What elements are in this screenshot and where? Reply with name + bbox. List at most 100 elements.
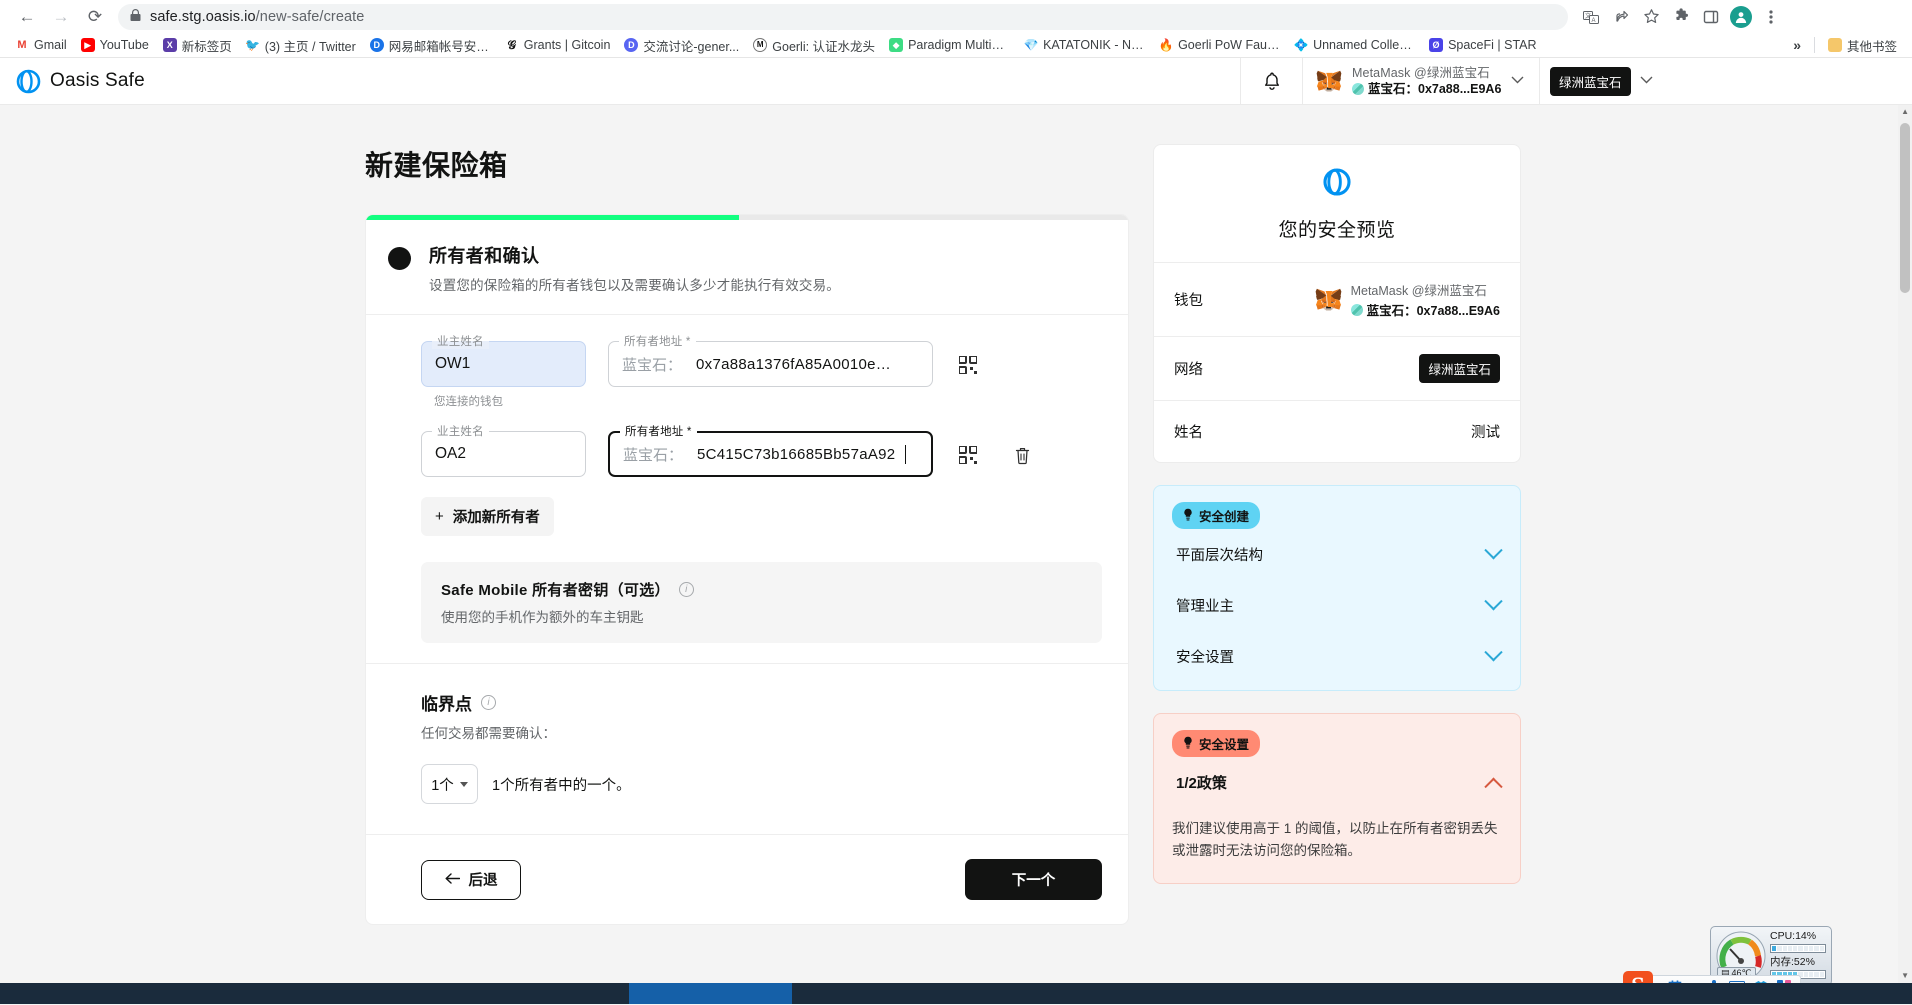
arrow-left-icon: [445, 872, 460, 888]
step-title: 所有者和确认: [429, 246, 540, 266]
taskbar-active-window[interactable]: [629, 983, 792, 1004]
wallet-menu-button[interactable]: MetaMask @绿洲蓝宝石 蓝宝石：0x7a88...E9A6: [1302, 57, 1539, 105]
bookmark-label: Gmail: [34, 38, 67, 52]
tip-card-secure-creation: 安全创建 平面层次结构 管理业主 安全设置: [1153, 485, 1521, 691]
card-footer: 后退 下一个: [366, 834, 1128, 924]
accordion-flat-hierarchy[interactable]: 平面层次结构: [1172, 529, 1503, 580]
bookmark-item[interactable]: 💎 KATATONIK - NFT...: [1017, 36, 1152, 54]
next-button[interactable]: 下一个: [965, 859, 1102, 900]
sidepanel-icon[interactable]: [1696, 4, 1726, 30]
overflow-chevron-icon: »: [1793, 37, 1801, 53]
qr-code-icon[interactable]: [955, 352, 981, 378]
owner-helper-text-1: 您连接的钱包: [434, 396, 503, 408]
page-title: 新建保险箱: [365, 150, 508, 181]
bookmark-item[interactable]: ◆ Paradigm MultiFa...: [882, 36, 1017, 54]
bookmark-item[interactable]: 𝒢 Grants | Gitcoin: [498, 36, 618, 54]
chevron-up-icon: [1484, 777, 1503, 796]
threshold-title: 临界点: [421, 695, 472, 714]
add-owner-button[interactable]: + 添加新所有者: [421, 497, 554, 536]
metamask-fox-icon: [1315, 288, 1341, 311]
accordion-manage-owners[interactable]: 管理业主: [1172, 580, 1503, 631]
bookmarks-overflow-button[interactable]: »: [1786, 35, 1808, 55]
bookmark-item[interactable]: 🐦 (3) 主页 / Twitter: [239, 34, 363, 57]
bookmark-item[interactable]: ▶ YouTube: [74, 36, 156, 54]
owner-name-field-2[interactable]: 业主姓名 OA2: [421, 423, 586, 477]
create-safe-card: 所有者和确认 设置您的保险箱的所有者钱包以及需要确认多少才能执行有效交易。 业主…: [365, 214, 1129, 925]
page-scrollbar[interactable]: ▲ ▼: [1898, 105, 1912, 1004]
qr-code-icon[interactable]: [955, 442, 981, 468]
scroll-up-arrow-icon[interactable]: ▲: [1901, 107, 1909, 116]
translate-icon[interactable]: 文A: [1576, 4, 1606, 30]
accordion-policy[interactable]: 1/2政策: [1172, 757, 1503, 808]
notification-bell-icon: [1264, 72, 1279, 90]
chrome-menu-icon[interactable]: [1756, 4, 1786, 30]
brand-title: Oasis Safe: [50, 70, 145, 91]
sidebar: 您的安全预览 钱包 MetaMask @绿洲蓝宝石 蓝宝石：0x7a88...E…: [1153, 144, 1521, 925]
goerli-faucet-icon: M: [753, 38, 768, 52]
extensions-puzzle-icon[interactable]: [1666, 4, 1696, 30]
browser-navigation-bar: ← → ⟳ safe.stg.oasis.io/new-safe/create …: [0, 0, 1912, 33]
safe-mobile-title-row: Safe Mobile 所有者密钥（可选） i: [441, 579, 1082, 600]
address-bar[interactable]: safe.stg.oasis.io/new-safe/create: [118, 3, 1568, 30]
policy-label: 1/2政策: [1176, 775, 1227, 792]
info-icon[interactable]: i: [481, 695, 496, 710]
memory-label: 内存:52%: [1770, 956, 1815, 968]
owner-address-field-2[interactable]: 所有者地址 * 蓝宝石： 5C415C73b16685Bb57aA92: [608, 423, 933, 477]
next-label: 下一个: [1011, 873, 1056, 889]
scrollbar-thumb[interactable]: [1900, 123, 1910, 293]
bookmark-item[interactable]: M Gmail: [8, 36, 74, 54]
safe-preview-card: 您的安全预览 钱包 MetaMask @绿洲蓝宝石 蓝宝石：0x7a88...E…: [1153, 144, 1521, 463]
owner-address-label: 所有者地址 *: [620, 423, 697, 439]
blockie-avatar-icon: [1352, 83, 1364, 96]
chevron-down-icon: [459, 781, 468, 787]
reload-button[interactable]: ⟳: [78, 3, 112, 31]
bookmark-item[interactable]: D 网易邮箱帐号安全...: [363, 34, 498, 57]
bookmark-item[interactable]: 💠 Unnamed Collecti...: [1287, 36, 1422, 54]
other-bookmarks-button[interactable]: 其他书签: [1821, 34, 1904, 57]
bookmark-label: SpaceFi | STAR: [1448, 38, 1537, 52]
forward-button[interactable]: →: [44, 3, 78, 31]
chevron-down-icon: [1484, 541, 1503, 560]
url-host: safe.stg.oasis.io: [150, 8, 256, 25]
chevron-down-icon[interactable]: [1640, 75, 1653, 87]
notifications-button[interactable]: [1240, 57, 1302, 105]
discord-icon: D: [624, 38, 639, 52]
oasis-logo-icon: [16, 69, 41, 93]
bookmark-item[interactable]: M Goerli: 认证水龙头: [746, 34, 882, 57]
accordion-label: 平面层次结构: [1176, 548, 1263, 564]
gmail-icon: M: [15, 38, 29, 52]
bookmark-item[interactable]: X 新标签页: [156, 34, 239, 57]
safe-mobile-key-box[interactable]: Safe Mobile 所有者密钥（可选） i 使用您的手机作为额外的车主钥匙: [421, 562, 1102, 643]
back-label: 后退: [468, 873, 498, 889]
trash-icon[interactable]: [1009, 442, 1035, 468]
owner-row-2: 业主姓名 OA2 所有者地址 * 蓝宝石： 5C415C73b16685Bb57…: [421, 423, 1102, 477]
threshold-title-row: 临界点 i: [421, 690, 1102, 715]
bookmark-item[interactable]: Ø SpaceFi | STAR: [1422, 36, 1543, 54]
threshold-select[interactable]: 1个: [421, 764, 478, 804]
accordion-security-settings[interactable]: 安全设置: [1172, 631, 1503, 682]
info-icon[interactable]: i: [678, 582, 694, 597]
bookmark-label: 新标签页: [181, 39, 232, 54]
oasis-logo-icon: [1323, 168, 1351, 196]
bookmark-label: Goerli PoW Faucet: [1178, 38, 1281, 52]
network-selector[interactable]: 绿洲蓝宝石: [1539, 57, 1665, 105]
lightbulb-icon: [1183, 736, 1193, 752]
brand-home-link[interactable]: Oasis Safe: [0, 69, 1240, 94]
profile-avatar[interactable]: [1730, 5, 1752, 28]
bookmark-label: 交流讨论-gener...: [643, 39, 740, 54]
back-button[interactable]: ←: [10, 3, 44, 31]
threshold-subtitle: 任何交易都需要确认：: [421, 726, 556, 741]
bookmark-item[interactable]: D 交流讨论-gener...: [617, 34, 746, 57]
share-icon[interactable]: [1606, 4, 1636, 30]
chevron-down-icon[interactable]: [1511, 75, 1524, 87]
chevron-down-icon: [1484, 592, 1503, 611]
owner-name-field-1[interactable]: 业主姓名 OW1: [421, 333, 586, 387]
bookmark-item[interactable]: 🔥 Goerli PoW Faucet: [1152, 36, 1287, 54]
owner-address-field-1[interactable]: 所有者地址 * 蓝宝石： 0x7a88a1376fA85A0010e…: [608, 333, 933, 387]
threshold-selected-value: 1个: [431, 777, 454, 794]
owner-address-label: 所有者地址 *: [619, 333, 696, 349]
scroll-down-arrow-icon[interactable]: ▼: [1901, 971, 1909, 980]
tip-card-security-settings: 安全设置 1/2政策 我们建议使用高于 1 的阈值，以防止在所有者密钥丢失或泄露…: [1153, 713, 1521, 884]
back-button[interactable]: 后退: [421, 859, 521, 900]
bookmark-star-icon[interactable]: [1636, 4, 1666, 30]
